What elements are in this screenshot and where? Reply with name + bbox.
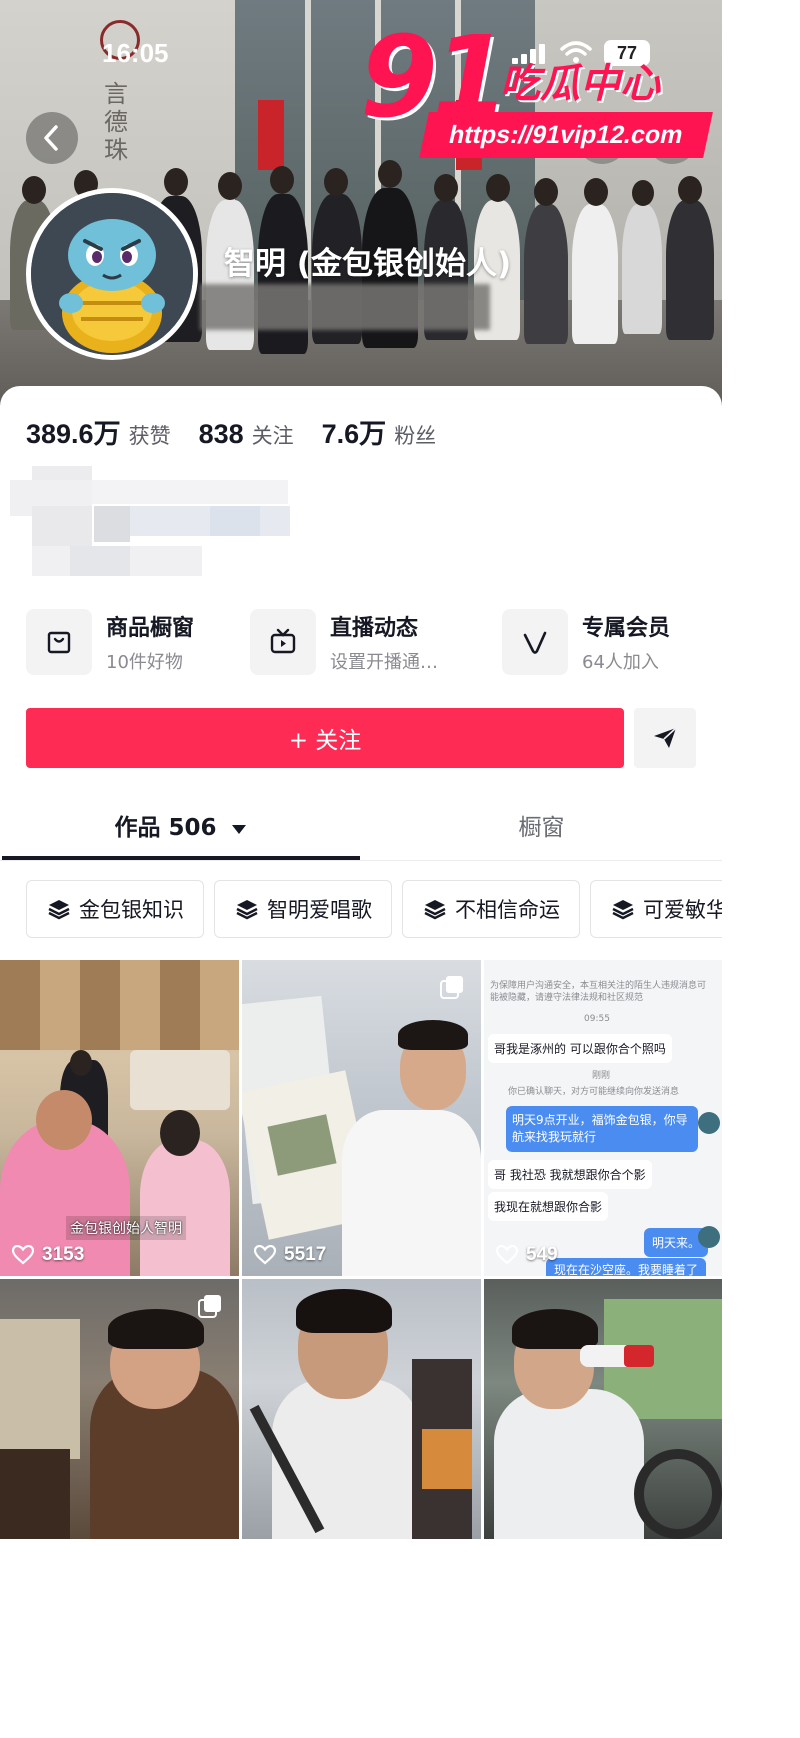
blurred-bio bbox=[10, 466, 290, 576]
feature-title: 专属会员 bbox=[582, 616, 671, 641]
collection-chip-label: 金包银知识 bbox=[79, 898, 184, 922]
avatar[interactable] bbox=[26, 188, 198, 360]
blurred-region bbox=[200, 284, 490, 330]
heart-icon bbox=[254, 1245, 276, 1265]
profile-name: 智明 (金包银创始人) bbox=[224, 246, 512, 282]
like-count: 3153 bbox=[12, 1244, 84, 1266]
multi-image-icon bbox=[440, 976, 463, 999]
like-count: 5517 bbox=[254, 1244, 326, 1266]
tab-works[interactable]: 作品 506 bbox=[0, 806, 361, 860]
feature-membership[interactable]: 专属会员 64人加入 bbox=[502, 606, 670, 678]
avatar bbox=[698, 1226, 720, 1248]
like-count-value: 3153 bbox=[42, 1244, 85, 1265]
shopping-bag-icon bbox=[26, 609, 92, 675]
watermark-url: https://91vip12.com bbox=[419, 112, 713, 158]
stat-label: 获赞 bbox=[128, 424, 171, 448]
collection-chip[interactable]: 可爱敏华 bbox=[590, 880, 722, 938]
feature-row: 商品橱窗 10件好物 直播动态 设置开播通… 专属会员 64人加入 bbox=[0, 606, 722, 678]
layers-icon bbox=[48, 900, 70, 920]
video-thumbnail[interactable]: 5517 bbox=[242, 960, 481, 1276]
collection-chip[interactable]: 不相信命运 bbox=[402, 880, 580, 938]
status-time: 16:05 bbox=[102, 38, 169, 68]
feature-subtitle: 设置开播通… bbox=[330, 652, 438, 673]
shop-sign-text: 言德珠 bbox=[104, 80, 128, 164]
collection-chip[interactable]: 智明爱唱歌 bbox=[214, 880, 392, 938]
profile-page: 言德珠 16:05 77 91 吃瓜中心 https://91vip12.com… bbox=[0, 0, 722, 1738]
follow-button[interactable]: + 关注 bbox=[26, 708, 624, 768]
chat-notice: 为保障用户沟通安全，本互相关注的陌生人违规消息可能被隐藏，请遵守法律法规和社区规… bbox=[490, 981, 707, 1003]
stat-value: 7.6万 bbox=[321, 419, 387, 449]
chat-system: 你已确认聊天，对方可能继续向你发送消息 bbox=[508, 1087, 680, 1097]
feature-shop-window[interactable]: 商品橱窗 10件好物 bbox=[26, 606, 194, 678]
stat-label: 关注 bbox=[251, 424, 294, 448]
layers-icon bbox=[612, 900, 634, 920]
chat-bubble: 我现在就想跟你合影 bbox=[488, 1192, 609, 1221]
back-button[interactable] bbox=[26, 112, 78, 164]
content-tabs: 作品 506 橱窗 bbox=[0, 806, 722, 861]
layers-icon bbox=[236, 900, 258, 920]
stat-following[interactable]: 838 关注 bbox=[199, 419, 294, 450]
video-thumbnail[interactable] bbox=[0, 1279, 239, 1539]
stat-likes[interactable]: 389.6万 获赞 bbox=[26, 412, 171, 451]
stats-row: 389.6万 获赞 838 关注 7.6万 粉丝 bbox=[26, 412, 464, 451]
multi-image-icon bbox=[198, 1295, 221, 1318]
chat-bubble: 明天9点开业，福饰金包银，你导航来找我玩就行 bbox=[506, 1106, 698, 1152]
collection-chips: 金包银知识 智明爱唱歌 不相信命运 可爱敏华 bbox=[0, 880, 722, 940]
tab-label: 作品 506 bbox=[114, 815, 217, 841]
tv-icon bbox=[250, 609, 316, 675]
feature-title: 商品橱窗 bbox=[106, 616, 195, 641]
tab-shop-window[interactable]: 橱窗 bbox=[361, 806, 722, 860]
send-icon bbox=[654, 727, 677, 748]
watermark-brand: 吃瓜中心 bbox=[500, 61, 660, 107]
chat-bubble: 哥 我社恐 我就想跟你合个影 bbox=[488, 1160, 652, 1189]
video-thumbnail[interactable] bbox=[242, 1279, 481, 1539]
feature-subtitle: 10件好物 bbox=[106, 652, 183, 673]
feature-title: 直播动态 bbox=[330, 616, 419, 641]
stat-value: 838 bbox=[198, 419, 244, 449]
chat-bubble: 现在在沙空座。我要睡着了 bbox=[546, 1258, 707, 1276]
like-count: 549 bbox=[496, 1244, 558, 1266]
collection-chip-label: 不相信命运 bbox=[455, 898, 560, 922]
squirtle-figure-icon bbox=[31, 193, 193, 355]
video-thumbnail[interactable]: 金包银创始人智明 3153 bbox=[0, 960, 239, 1276]
video-thumbnail[interactable]: 为保障用户沟通安全，本互相关注的陌生人违规消息可能被隐藏，请遵守法律法规和社区规… bbox=[484, 960, 722, 1276]
stat-value: 389.6万 bbox=[26, 419, 121, 449]
chat-time: 刚刚 bbox=[592, 1071, 611, 1081]
caret-down-icon bbox=[231, 825, 246, 834]
heart-icon bbox=[496, 1245, 518, 1265]
chat-bubble: 哥我是涿州的 可以跟你合个照吗 bbox=[488, 1034, 672, 1063]
video-caption: 金包银创始人智明 bbox=[66, 1216, 186, 1240]
stat-followers[interactable]: 7.6万 粉丝 bbox=[322, 412, 437, 451]
heart-icon bbox=[12, 1245, 34, 1265]
profile-card: 389.6万 获赞 838 关注 7.6万 粉丝 商品橱窗 10件好物 直播动态… bbox=[0, 386, 722, 1738]
layers-icon bbox=[424, 900, 446, 920]
video-thumbnail[interactable] bbox=[484, 1279, 722, 1539]
chevron-left-icon bbox=[44, 125, 58, 151]
collection-chip-label: 智明爱唱歌 bbox=[267, 898, 372, 922]
like-count-value: 549 bbox=[526, 1244, 558, 1265]
like-count-value: 5517 bbox=[284, 1244, 327, 1265]
feature-live[interactable]: 直播动态 设置开播通… bbox=[250, 606, 438, 678]
avatar bbox=[698, 1112, 720, 1134]
collection-chip-label: 可爱敏华 bbox=[643, 898, 722, 922]
share-button[interactable] bbox=[634, 708, 696, 768]
v-badge-icon bbox=[502, 609, 568, 675]
chat-time: 09:55 bbox=[584, 1014, 610, 1024]
stat-label: 粉丝 bbox=[394, 424, 437, 448]
divider bbox=[0, 860, 722, 861]
collection-chip[interactable]: 金包银知识 bbox=[26, 880, 204, 938]
feature-subtitle: 64人加入 bbox=[582, 652, 659, 673]
